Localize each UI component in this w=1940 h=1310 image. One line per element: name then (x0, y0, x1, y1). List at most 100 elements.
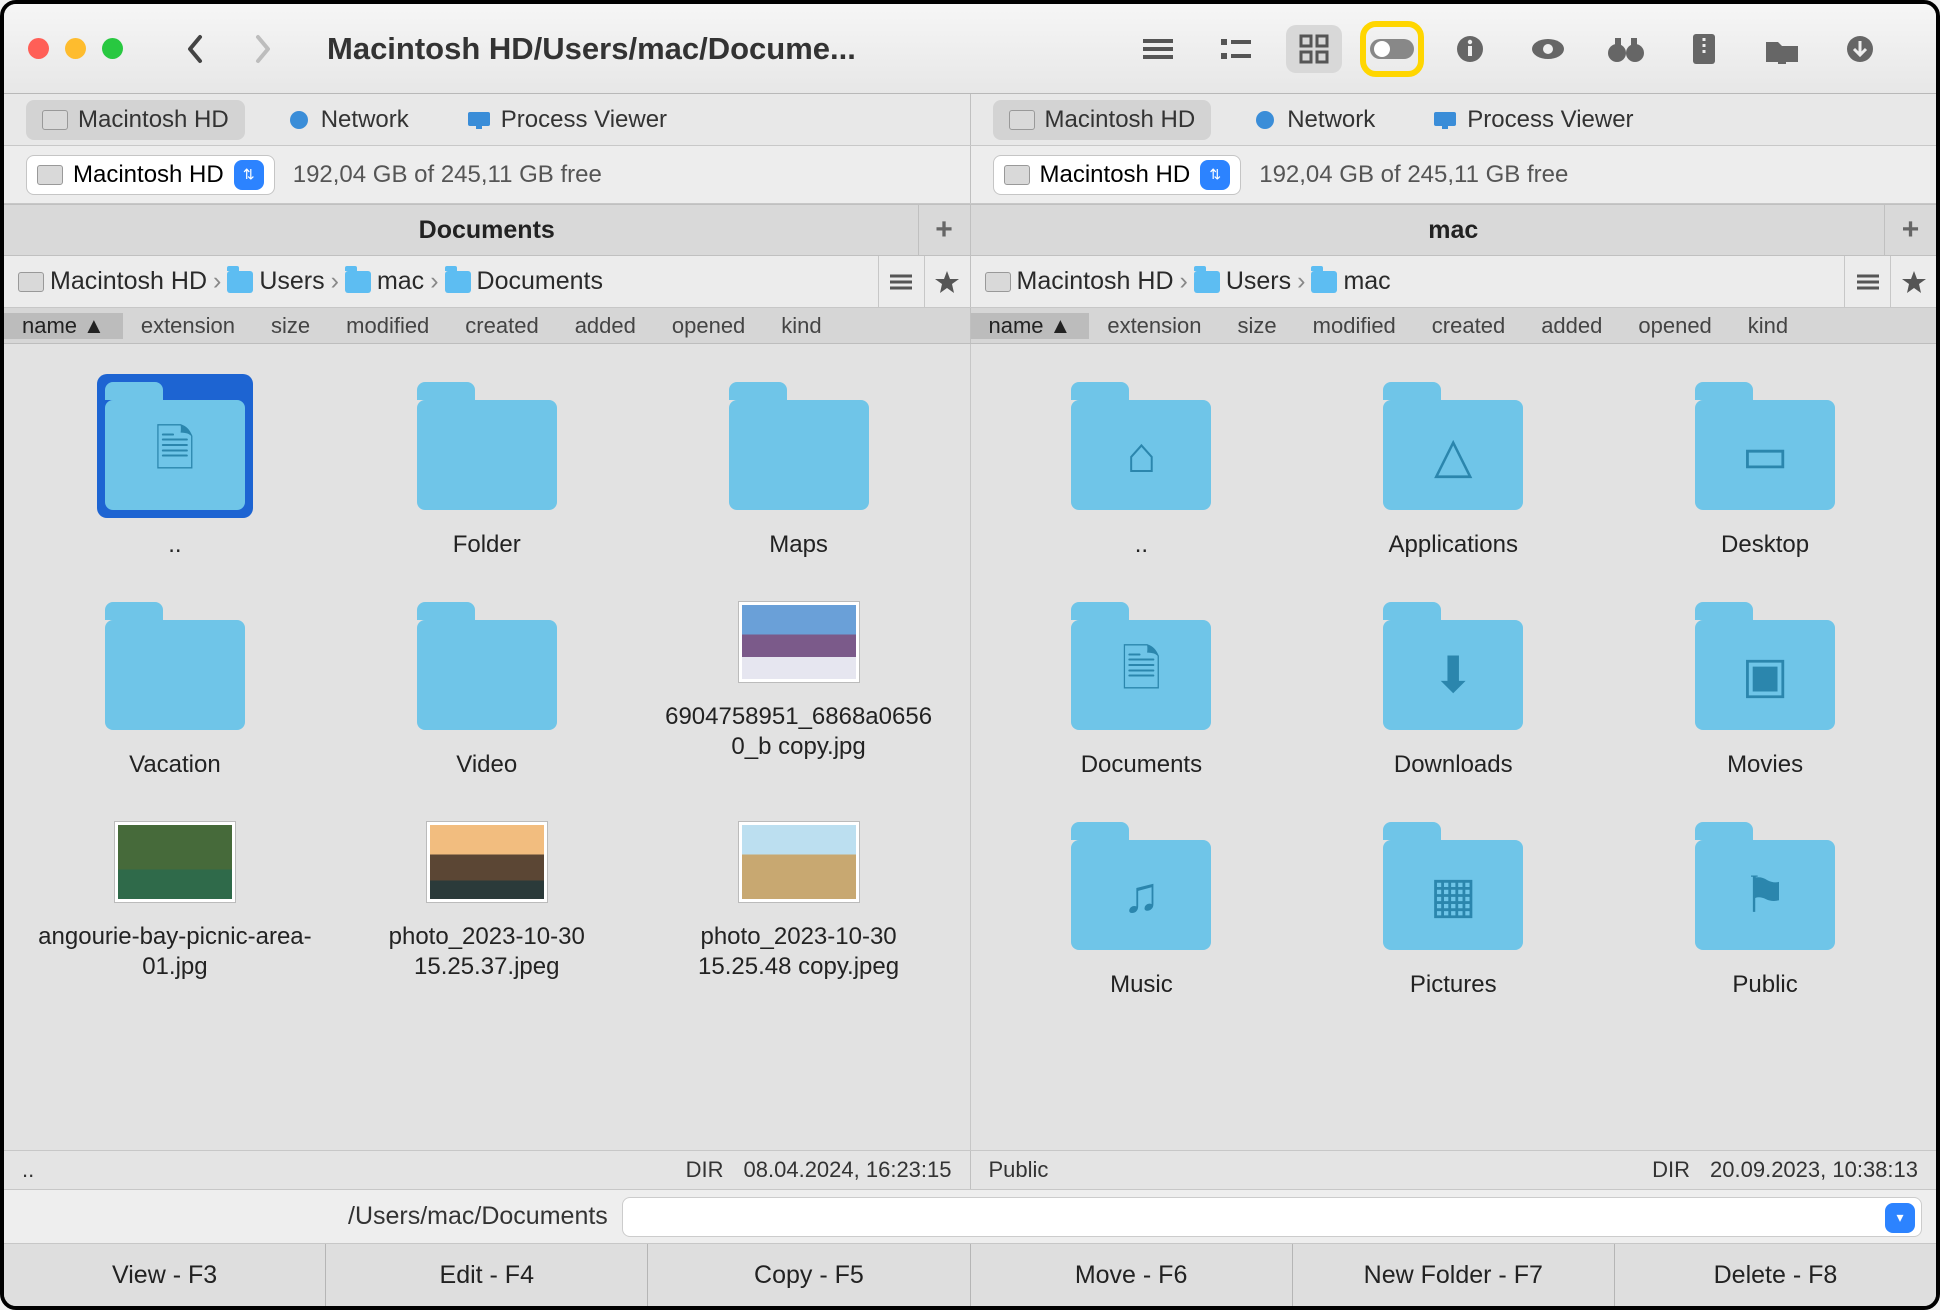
file-item[interactable]: Video (336, 594, 638, 780)
folder-icon (1311, 271, 1337, 293)
breadcrumb-item[interactable]: mac (345, 267, 424, 296)
file-name: Movies (1727, 750, 1803, 780)
eye-icon[interactable] (1520, 25, 1576, 73)
zoom-button[interactable] (102, 38, 123, 59)
forward-button[interactable] (243, 29, 283, 69)
tab-macintosh-hd[interactable]: Macintosh HD (993, 100, 1212, 140)
back-button[interactable] (175, 29, 215, 69)
view-detail-icon[interactable] (1208, 25, 1264, 73)
volume-name: Macintosh HD (1040, 161, 1191, 189)
globe-icon (287, 108, 311, 132)
path-bar: /Users/mac/Documents ▾ (4, 1190, 1936, 1244)
folder-network-icon[interactable] (1754, 25, 1810, 73)
column-header-created[interactable]: created (447, 313, 556, 339)
file-item[interactable]: ⬇Downloads (1302, 594, 1604, 780)
file-name: photo_2023-10-30 15.25.48 copy.jpeg (659, 922, 939, 982)
list-view-icon[interactable] (878, 256, 924, 308)
file-item[interactable]: 6904758951_6868a06560_b copy.jpg (648, 594, 950, 780)
file-item[interactable]: 🗎Documents (991, 594, 1293, 780)
view-grid-icon[interactable] (1286, 25, 1342, 73)
close-button[interactable] (28, 38, 49, 59)
archive-icon[interactable] (1676, 25, 1732, 73)
monitor-icon (467, 108, 491, 132)
volume-selector[interactable]: Macintosh HD ⇅ (993, 155, 1242, 195)
left-pane[interactable]: 🗎..FolderMaps Vacation Video 6904758951_686… (4, 344, 971, 1150)
column-header-extension[interactable]: extension (1089, 313, 1219, 339)
tab-process-viewer[interactable]: Process Viewer (1417, 100, 1649, 140)
window-controls (4, 38, 147, 59)
column-header-added[interactable]: added (557, 313, 654, 339)
tab-macintosh-hd[interactable]: Macintosh HD (26, 100, 245, 140)
fn-button-copy[interactable]: Copy - F5 (648, 1244, 970, 1306)
chevron-right-icon: › (1180, 267, 1188, 296)
tab-process-viewer[interactable]: Process Viewer (451, 100, 683, 140)
path-input[interactable]: ▾ (622, 1197, 1922, 1237)
file-item[interactable]: ♫Music (991, 814, 1293, 1000)
file-item[interactable]: ⚑Public (1614, 814, 1916, 1000)
column-header-size[interactable]: size (1220, 313, 1295, 339)
file-item[interactable]: photo_2023-10-30 15.25.37.jpeg (336, 814, 638, 982)
file-item[interactable]: angourie-bay-picnic-area-01.jpg (24, 814, 326, 982)
right-pane[interactable]: ⌂..△Applications▭Desktop 🗎Documents⬇Downl… (971, 344, 1937, 1150)
file-item[interactable]: ▭Desktop (1614, 374, 1916, 560)
tab-label: Macintosh HD (1045, 106, 1196, 134)
file-item[interactable]: 🗎.. (24, 374, 326, 560)
tab-network[interactable]: Network (1237, 100, 1391, 140)
file-item[interactable]: ▣Movies (1614, 594, 1916, 780)
hdd-icon (1009, 110, 1035, 130)
folder-icon: ⌂ (1071, 400, 1211, 510)
hdd-icon (1004, 165, 1030, 185)
volume-selector[interactable]: Macintosh HD ⇅ (26, 155, 275, 195)
chevron-down-icon[interactable]: ▾ (1885, 1203, 1915, 1233)
favorite-icon[interactable] (1890, 256, 1936, 308)
column-header-added[interactable]: added (1523, 313, 1620, 339)
file-name: .. (168, 530, 181, 560)
file-item[interactable]: photo_2023-10-30 15.25.48 copy.jpeg (648, 814, 950, 982)
tab-label: Macintosh HD (78, 106, 229, 134)
column-header-kind[interactable]: kind (763, 313, 839, 339)
column-header-kind[interactable]: kind (1730, 313, 1806, 339)
column-header-opened[interactable]: opened (1620, 313, 1729, 339)
breadcrumb-item[interactable]: mac (1311, 267, 1390, 296)
breadcrumb-item[interactable]: Users (227, 267, 324, 296)
tab-network[interactable]: Network (271, 100, 425, 140)
image-thumbnail (427, 822, 547, 902)
breadcrumb-item[interactable]: Users (1194, 267, 1291, 296)
breadcrumb-item[interactable]: Macintosh HD (985, 267, 1174, 296)
file-item[interactable]: △Applications (1302, 374, 1604, 560)
file-item[interactable]: ▦Pictures (1302, 814, 1604, 1000)
list-view-icon[interactable] (1844, 256, 1890, 308)
fn-button-move[interactable]: Move - F6 (971, 1244, 1293, 1306)
info-icon[interactable] (1442, 25, 1498, 73)
file-item[interactable]: Maps (648, 374, 950, 560)
column-header-modified[interactable]: modified (1295, 313, 1414, 339)
breadcrumb-item[interactable]: Macintosh HD (18, 267, 207, 296)
toggle-switch-icon[interactable] (1364, 25, 1420, 73)
column-headers: name ▲extensionsizemodifiedcreatedaddedo… (4, 308, 1936, 344)
file-item[interactable]: ⌂.. (991, 374, 1293, 560)
column-header-opened[interactable]: opened (654, 313, 763, 339)
column-header-created[interactable]: created (1414, 313, 1523, 339)
column-header-size[interactable]: size (253, 313, 328, 339)
column-header-extension[interactable]: extension (123, 313, 253, 339)
folder-icon: 🗎 (1071, 620, 1211, 730)
favorite-icon[interactable] (924, 256, 970, 308)
file-name: Video (456, 750, 517, 780)
download-icon[interactable] (1832, 25, 1888, 73)
column-header-name[interactable]: name ▲ (4, 313, 123, 339)
add-tab-button[interactable]: + (918, 205, 970, 255)
folder-icon (1194, 271, 1220, 293)
binoculars-icon[interactable] (1598, 25, 1654, 73)
file-item[interactable]: Vacation (24, 594, 326, 780)
add-tab-button[interactable]: + (1884, 205, 1936, 255)
file-item[interactable]: Folder (336, 374, 638, 560)
column-header-modified[interactable]: modified (328, 313, 447, 339)
breadcrumb-item[interactable]: Documents (445, 267, 603, 296)
fn-button-new-folder[interactable]: New Folder - F7 (1293, 1244, 1615, 1306)
column-header-name[interactable]: name ▲ (971, 313, 1090, 339)
fn-button-edit[interactable]: Edit - F4 (326, 1244, 648, 1306)
minimize-button[interactable] (65, 38, 86, 59)
fn-button-delete[interactable]: Delete - F8 (1615, 1244, 1936, 1306)
view-list-icon[interactable] (1130, 25, 1186, 73)
fn-button-view[interactable]: View - F3 (4, 1244, 326, 1306)
